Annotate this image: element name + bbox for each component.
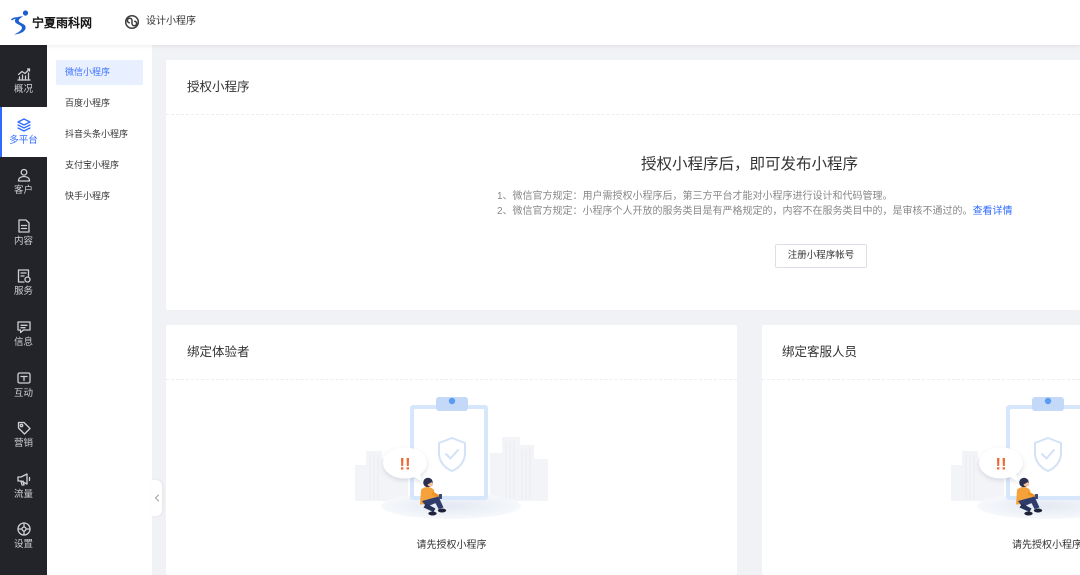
- subnav-item-wechat[interactable]: 微信小程序: [56, 60, 143, 85]
- document-icon: [17, 219, 30, 233]
- sidebar-item-label: 设置: [13, 539, 33, 551]
- authorization-notes: 1、微信官方规定：用户需授权小程序后，第三方平台才能对小程序进行设计和代码管理。…: [497, 189, 1013, 219]
- service-icon: [17, 269, 31, 284]
- sidebar-item-settings[interactable]: 设置: [0, 511, 47, 562]
- sidebar-item-label: 概况: [13, 84, 33, 95]
- sidebar-item-label: 服务: [13, 286, 33, 298]
- user-icon: [17, 169, 30, 182]
- bind-testers-card: 绑定体验者 !! 请先授权小程序: [166, 325, 737, 575]
- sidebar-item-label: 营销: [13, 438, 33, 450]
- section-title: 设计小程序: [124, 14, 196, 30]
- note-line: 2、微信官方规定：小程序个人开放的服务类目是有严格规定的，内容不在服务类目中的，…: [497, 204, 1013, 219]
- clipboard: [1006, 397, 1080, 500]
- clipboard: [410, 397, 488, 500]
- note-text: 2、微信官方规定：小程序个人开放的服务类目是有严格规定的，内容不在服务类目中的，…: [497, 206, 973, 217]
- card-title: 绑定体验者: [187, 345, 250, 359]
- alert-mark: !!: [995, 455, 1006, 474]
- empty-state-text: 请先授权小程序: [1012, 540, 1080, 551]
- card-header-divider: [762, 379, 1080, 380]
- brand-logo[interactable]: 宁夏雨科网: [10, 8, 92, 36]
- chart-icon: [16, 68, 31, 81]
- top-bar: 宁夏雨科网 设计小程序: [0, 0, 1080, 45]
- message-icon: [16, 321, 31, 334]
- sidebar-item-services[interactable]: 服务: [0, 258, 47, 309]
- sidebar-item-label: 客户: [13, 185, 33, 197]
- authorize-card: 授权小程序 授权小程序后，即可发布小程序 1、微信官方规定：用户需授权小程序后，…: [166, 60, 1080, 310]
- brand-name: 宁夏雨科网: [32, 15, 93, 30]
- sidebar-item-traffic[interactable]: 流量: [0, 461, 47, 512]
- empty-state-illustration: !!: [355, 397, 548, 519]
- sidebar-item-messages[interactable]: 信息: [0, 309, 47, 360]
- note-line: 1、微信官方规定：用户需授权小程序后，第三方平台才能对小程序进行设计和代码管理。: [497, 191, 893, 202]
- empty-state-illustration: !!: [951, 397, 1080, 519]
- register-mini-program-button[interactable]: 注册小程序帐号: [775, 244, 867, 268]
- sidebar-item-content[interactable]: 内容: [0, 208, 47, 259]
- sidebar-item-label: 多平台: [9, 134, 38, 146]
- chevron-left-icon: [154, 494, 159, 502]
- tag-icon: [17, 422, 31, 435]
- subnav-item-douyin[interactable]: 抖音头条小程序: [56, 122, 143, 147]
- sidebar-item-interaction[interactable]: 互动: [0, 360, 47, 411]
- megaphone-icon: [16, 473, 30, 486]
- bind-customer-service-card: 绑定客服人员 !! 请先授权小程序: [762, 325, 1080, 575]
- sidebar-item-label: 互动: [13, 387, 33, 399]
- empty-state-text: 请先授权小程序: [416, 540, 487, 551]
- card-title: 授权小程序: [187, 80, 250, 94]
- card-header-divider: [166, 379, 737, 380]
- brand-logo-icon: [11, 9, 29, 34]
- subnav-item-alipay[interactable]: 支付宝小程序: [56, 153, 143, 178]
- interaction-icon: [16, 371, 31, 384]
- sidebar-item-customers[interactable]: 客户: [0, 157, 47, 208]
- sidebar-item-label: 流量: [13, 488, 33, 500]
- view-details-link[interactable]: 查看详情: [973, 206, 1013, 217]
- alert-mark: !!: [399, 455, 410, 474]
- sidebar-item-multi-platform[interactable]: 多平台: [0, 106, 47, 158]
- platform-subnav: 微信小程序 百度小程序 抖音头条小程序 支付宝小程序 快手小程序: [47, 45, 152, 575]
- mini-program-icon: [124, 14, 140, 30]
- layers-icon: [16, 117, 31, 132]
- subnav-item-kuaishou[interactable]: 快手小程序: [56, 184, 143, 209]
- settings-icon: [16, 522, 31, 536]
- sidebar-item-label: 信息: [13, 336, 33, 348]
- sidebar-item-marketing[interactable]: 营销: [0, 410, 47, 461]
- main-sidebar: 概况 多平台 客户 内容 服务 信息 互动 营销 流量 设置: [0, 45, 47, 575]
- card-title: 绑定客服人员: [782, 345, 858, 359]
- subnav-item-baidu[interactable]: 百度小程序: [56, 91, 143, 116]
- card-header-divider: [166, 114, 1080, 115]
- authorize-heading: 授权小程序后，即可发布小程序: [641, 156, 859, 173]
- sidebar-item-overview[interactable]: 概况: [0, 56, 47, 107]
- sidebar-item-label: 内容: [13, 235, 33, 247]
- section-title-text: 设计小程序: [146, 16, 196, 27]
- subnav-collapse-handle[interactable]: [151, 480, 162, 516]
